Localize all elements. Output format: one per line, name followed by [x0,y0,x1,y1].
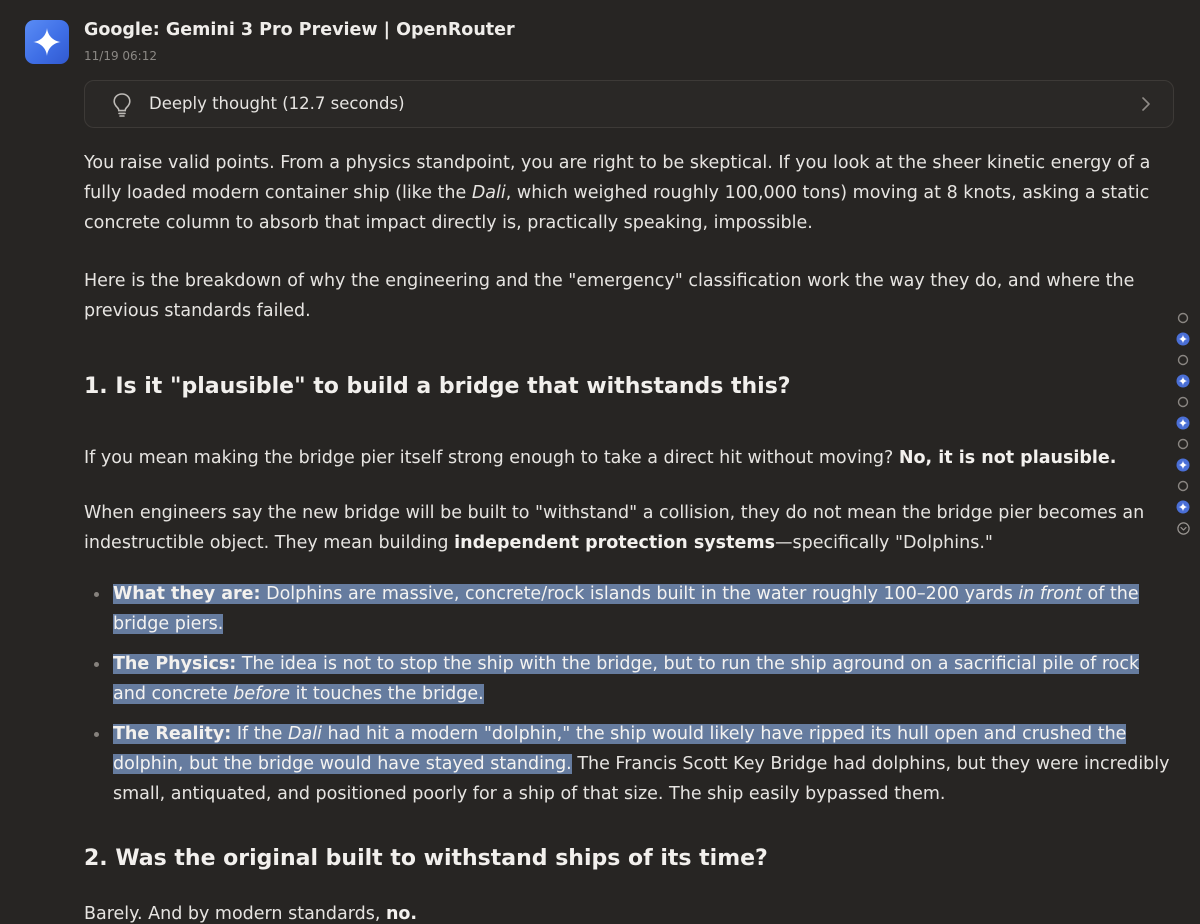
gemini-sparkle-icon[interactable] [1176,500,1190,514]
list-item: The Physics: The idea is not to stop the… [84,649,1176,709]
paragraph: If you mean making the bridge pier itsel… [84,448,1117,468]
message-navigation-rail [1176,311,1190,542]
thought-toggle[interactable]: Deeply thought (12.7 seconds) [84,80,1174,128]
highlighted-text: The Physics: The idea is not to stop the… [113,654,1140,704]
gemini-sparkle-icon [33,28,61,56]
paragraph: You raise valid points. From a physics s… [84,153,1151,233]
model-icon[interactable] [1176,437,1190,451]
paragraph: When engineers say the new bridge will b… [84,503,1145,553]
message-body: You raise valid points. From a physics s… [84,148,1176,924]
gemini-sparkle-icon[interactable] [1176,374,1190,388]
section-heading: 1. Is it "plausible" to build a bridge t… [84,374,791,399]
model-icon[interactable] [1176,395,1190,409]
gemini-sparkle-icon[interactable] [1176,332,1190,346]
bullet-dot [94,732,99,737]
highlighted-text: What they are: Dolphins are massive, con… [113,584,1139,634]
avatar [25,20,69,64]
paragraph: Here is the breakdown of why the enginee… [84,271,1135,321]
bullet-dot [94,662,99,667]
model-icon[interactable] [1176,479,1190,493]
list-item: The Reality: If the Dali had hit a moder… [84,719,1176,809]
lightbulb-icon [112,92,132,122]
bullet-list: What they are: Dolphins are massive, con… [84,579,1176,809]
chevron-right-icon [1141,96,1151,116]
chat-page: Google: Gemini 3 Pro Preview | OpenRoute… [0,0,1200,924]
list-item: What they are: Dolphins are massive, con… [84,579,1176,639]
chevron-down-circle-icon[interactable] [1176,521,1190,535]
bullet-dot [94,592,99,597]
model-name: Google: Gemini 3 Pro Preview | OpenRoute… [84,20,515,40]
gemini-sparkle-icon[interactable] [1176,416,1190,430]
thought-label: Deeply thought (12.7 seconds) [149,94,405,113]
model-icon[interactable] [1176,311,1190,325]
model-icon[interactable] [1176,353,1190,367]
section-heading: 2. Was the original built to withstand s… [84,846,768,871]
paragraph: Barely. And by modern standards, no. [84,904,418,924]
gemini-sparkle-icon[interactable] [1176,458,1190,472]
message-timestamp: 11/19 06:12 [84,49,157,63]
